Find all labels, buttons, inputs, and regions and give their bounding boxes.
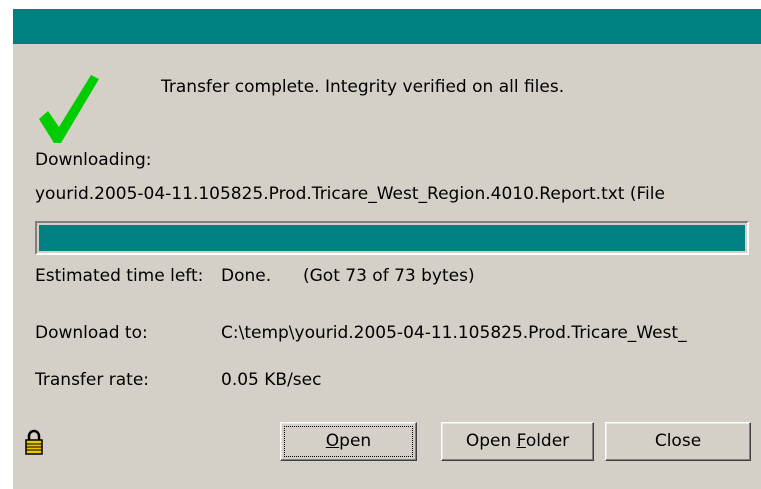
download-to-label: Download to:	[35, 323, 148, 343]
transfer-rate-value: 0.05 KB/sec	[221, 370, 322, 390]
time-left-label: Estimated time left:	[35, 266, 204, 286]
time-left-value: Done.	[221, 266, 272, 286]
open-folder-button[interactable]: Open Folder	[441, 422, 594, 461]
open-button-label: pen	[339, 431, 372, 451]
open-folder-button-label-start: Open	[465, 431, 517, 451]
open-folder-button-label-end: older	[525, 431, 570, 451]
progress-fill	[39, 225, 745, 251]
transfer-rate-label: Transfer rate:	[35, 370, 150, 390]
status-message: Transfer complete. Integrity verified on…	[161, 77, 565, 97]
close-button[interactable]: Close	[605, 422, 751, 461]
lock-icon	[25, 429, 43, 455]
bytes-info: (Got 73 of 73 bytes)	[303, 266, 475, 286]
title-bar[interactable]	[13, 9, 761, 44]
open-button-accel: O	[325, 431, 340, 451]
open-button[interactable]: Open	[280, 422, 417, 461]
downloading-label: Downloading:	[35, 150, 152, 170]
download-complete-dialog: Transfer complete. Integrity verified on…	[12, 8, 761, 489]
checkmark-icon	[39, 75, 99, 143]
file-name: yourid.2005-04-11.105825.Prod.Tricare_We…	[35, 184, 665, 204]
download-to-path: C:\temp\yourid.2005-04-11.105825.Prod.Tr…	[221, 323, 687, 343]
progress-bar	[35, 221, 749, 255]
open-folder-button-accel: F	[516, 431, 526, 451]
